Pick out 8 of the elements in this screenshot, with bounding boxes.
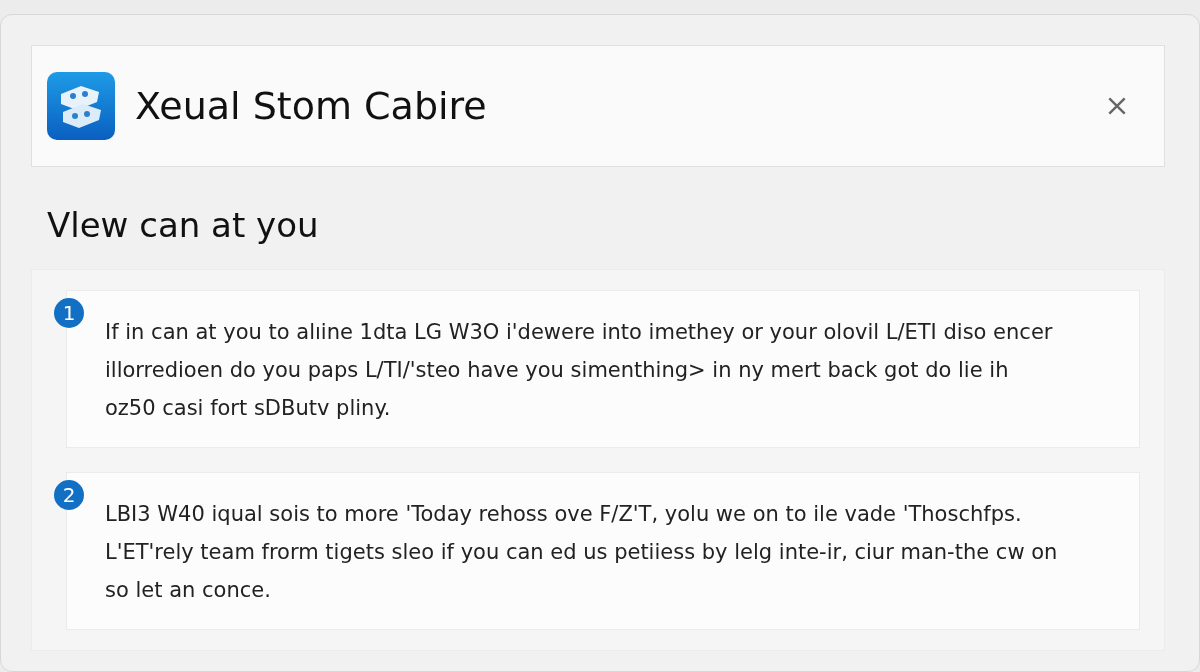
- app-logo-icon: [47, 72, 115, 140]
- close-icon: [1106, 95, 1128, 117]
- number-badge: 1: [54, 298, 84, 328]
- item-text: If in can at you to alıine 1dta LG W3O i'dewere into imethey or your olovil L/ETI diso encer illorredioen do you paps L/TI/'steo have you simenthing> in ny mert back got do lie ih oz50 casi fort sDButv pliny.: [105, 319, 1054, 422]
- number-badge: 2: [54, 480, 84, 510]
- section-heading: Vlew can at you: [47, 205, 320, 245]
- app-title: Xeual Stom Cabire: [135, 84, 488, 128]
- item-text: LBI3 W40 iqual sois to more 'Today rehoss ove F/Z'T, yolu we on to ile vade 'Thoschfps. L'ET'rely team frorm tigets sleo if you can ed us petiiess by lelg inte-ir, ciur man-the cw on so let an conce.: [105, 501, 1059, 604]
